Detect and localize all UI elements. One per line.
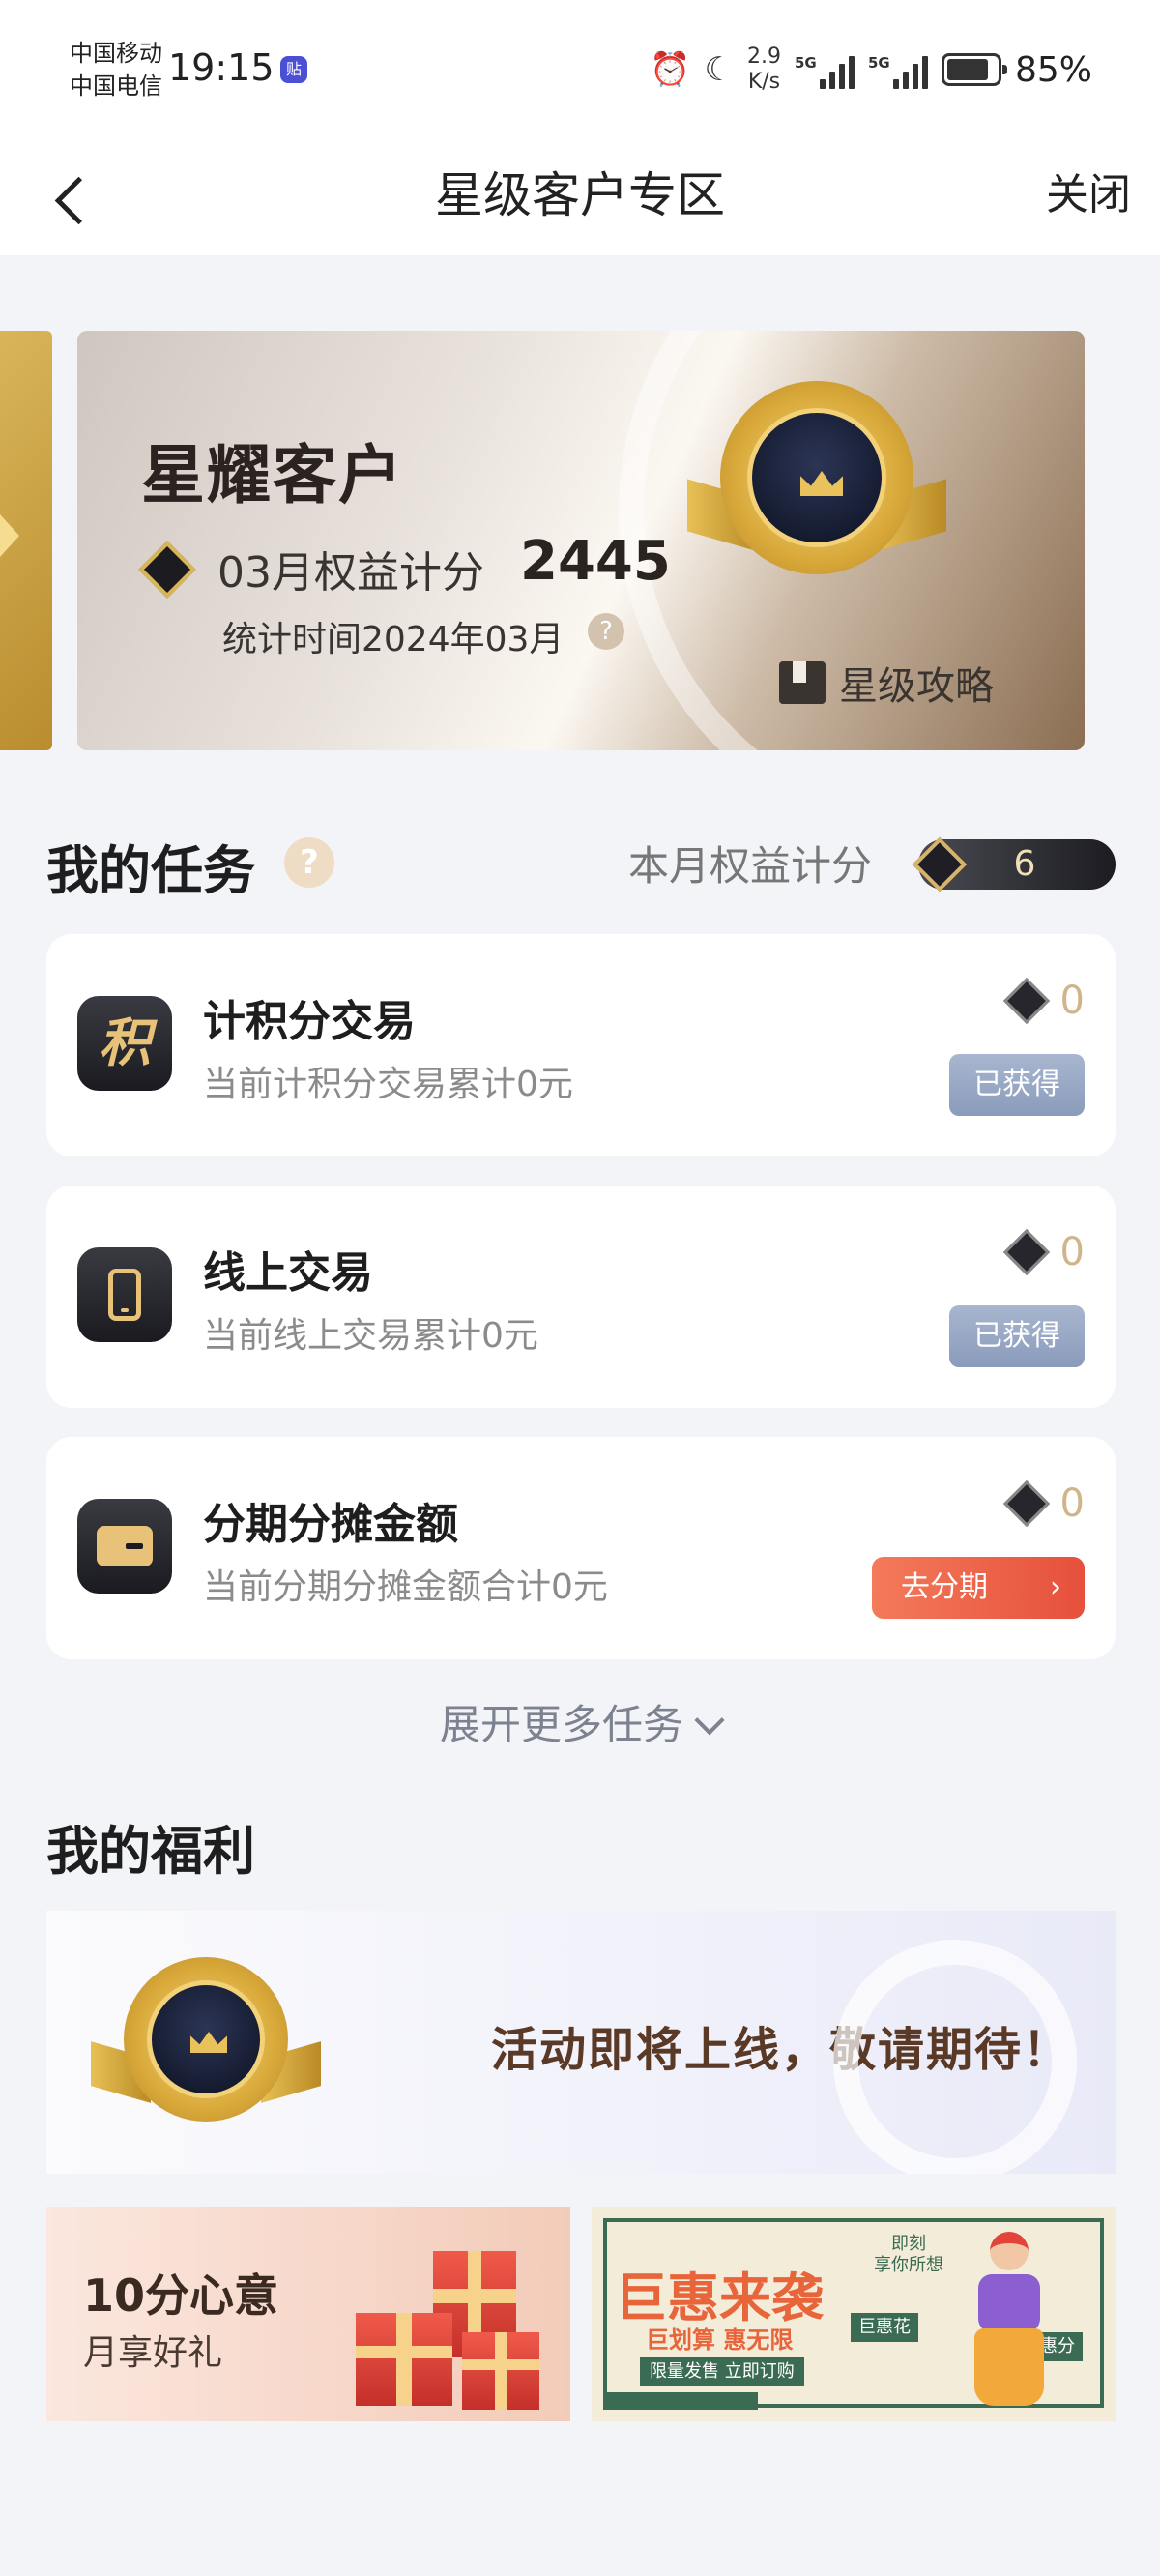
carrier-2: 中国电信 xyxy=(70,73,162,100)
signal-2-label: 5G xyxy=(867,54,890,72)
carrier-1: 中国移动 xyxy=(70,40,162,67)
status-bar: 中国移动 中国电信 19:15 贴 ⏰ ☾ 2.9 K/s 5G 5G 85% xyxy=(0,0,1160,135)
task-points: 0 xyxy=(1002,977,1085,1025)
task-points: 0 xyxy=(1002,1228,1085,1276)
nav-bar: 星级客户专区 关闭 xyxy=(0,135,1160,255)
signal-1-label: 5G xyxy=(794,54,817,72)
go-installment-label: 去分期 xyxy=(901,1570,988,1604)
carrier-names: 中国移动 中国电信 xyxy=(70,37,162,102)
gift-title: 10分心意 xyxy=(83,2269,279,2322)
tasks-help-icon[interactable]: ? xyxy=(284,837,334,888)
status-time: 19:15 xyxy=(168,46,275,89)
gift-subtitle: 月享好礼 xyxy=(83,2333,223,2373)
moon-icon: ☾ xyxy=(704,50,734,89)
net-speed-unit: K/s xyxy=(747,70,781,94)
task-points-value: 0 xyxy=(1059,1481,1085,1526)
alarm-icon: ⏰ xyxy=(650,50,691,89)
go-installment-button[interactable]: 去分期 › xyxy=(872,1557,1085,1619)
task-desc: 当前计积分交易累计0元 xyxy=(203,1065,573,1104)
net-speed: 2.9 K/s xyxy=(747,44,781,95)
star-guide-link[interactable]: 星级攻略 xyxy=(779,656,994,710)
back-icon[interactable] xyxy=(46,162,101,230)
crown-medal-icon xyxy=(91,1957,321,2122)
task-card: 线上交易 当前线上交易累计0元 0 已获得 xyxy=(46,1186,1116,1408)
person-illustration xyxy=(961,2232,1058,2415)
coming-soon-text: 活动即将上线，敬请期待！ xyxy=(491,2023,1072,2077)
gift-box-icon xyxy=(356,2313,452,2406)
book-icon xyxy=(779,661,826,704)
help-icon[interactable]: ? xyxy=(588,613,624,650)
promo-subtitle: 巨划算 惠无限 xyxy=(646,2327,794,2354)
page-title: 星级客户专区 xyxy=(435,167,725,223)
chevron-right-icon: › xyxy=(1050,1570,1061,1604)
diamond-icon xyxy=(1002,1479,1050,1528)
diamond-icon xyxy=(1002,1228,1050,1276)
battery-percent: 85% xyxy=(1014,49,1092,90)
stat-time: 统计时间2024年03月 xyxy=(222,620,565,659)
month-points-label: 本月权益计分 xyxy=(628,842,873,890)
signal-icon: 5G xyxy=(868,50,928,89)
promo-tag-1: 巨惠花 xyxy=(851,2313,918,2342)
obtained-button[interactable]: 已获得 xyxy=(949,1305,1085,1367)
net-speed-value: 2.9 xyxy=(746,44,781,69)
expand-more-tasks[interactable]: 展开更多任务 xyxy=(0,1692,1160,1751)
score-label: 03月权益计分 xyxy=(218,548,484,598)
promo-slogan-line-1: 即刻 xyxy=(891,2234,926,2254)
app-notification-icon: 贴 xyxy=(280,56,307,83)
promo-card[interactable]: 巨惠来袭 巨划算 惠无限 限量发售 立即订购 即刻 享你所想 巨惠花 巨惠分 xyxy=(592,2207,1116,2421)
obtained-button[interactable]: 已获得 xyxy=(949,1054,1085,1116)
coming-soon-banner: 活动即将上线，敬请期待！ xyxy=(46,1911,1116,2174)
task-card: 分期分摊金额 当前分期分摊金额合计0元 0 去分期 › xyxy=(46,1437,1116,1659)
task-name: 分期分摊金额 xyxy=(203,1500,458,1549)
task-name: 线上交易 xyxy=(203,1248,373,1298)
promo-slogan: 即刻 享你所想 xyxy=(874,2234,943,2276)
chevron-down-icon xyxy=(694,1705,725,1736)
star-guide-label: 星级攻略 xyxy=(839,664,994,709)
task-card: 积 计积分交易 当前计积分交易累计0元 0 已获得 xyxy=(46,934,1116,1156)
battery-icon xyxy=(941,53,1007,86)
diamond-icon xyxy=(138,541,196,599)
signal-icon: 5G xyxy=(795,50,855,89)
expand-more-label: 展开更多任务 xyxy=(439,1701,683,1748)
phone-icon xyxy=(77,1247,172,1342)
task-points: 0 xyxy=(1002,1479,1085,1528)
task-desc: 当前分期分摊金额合计0元 xyxy=(203,1567,608,1607)
diamond-icon xyxy=(912,836,968,893)
star-level-card: 星耀客户 03月权益计分 2445 统计时间2024年03月 ? 星级攻略 xyxy=(77,331,1085,750)
month-points-value: 6 xyxy=(1013,844,1036,884)
previous-level-card[interactable] xyxy=(0,331,52,750)
gift-box-icon xyxy=(462,2332,539,2410)
points-icon: 积 xyxy=(77,996,172,1091)
status-icons: ⏰ ☾ 2.9 K/s 5G 5G 85% xyxy=(650,41,1092,99)
close-button[interactable]: 关闭 xyxy=(1046,135,1131,255)
promo-slogan-line-2: 享你所想 xyxy=(874,2255,943,2275)
task-desc: 当前线上交易累计0元 xyxy=(203,1316,538,1356)
task-points-value: 0 xyxy=(1059,979,1085,1023)
task-points-value: 0 xyxy=(1059,1230,1085,1274)
score-value: 2445 xyxy=(520,530,671,593)
crown-medal-icon xyxy=(687,381,946,574)
level-title: 星耀客户 xyxy=(141,438,404,512)
diamond-icon xyxy=(1002,977,1050,1025)
task-name: 计积分交易 xyxy=(203,997,416,1046)
welfare-section-title: 我的福利 xyxy=(46,1821,255,1882)
promo-buttons: 限量发售 立即订购 xyxy=(640,2357,804,2386)
tasks-section-title: 我的任务 xyxy=(46,840,255,901)
card-icon xyxy=(77,1499,172,1594)
gift-card[interactable]: 10分心意 月享好礼 xyxy=(46,2207,570,2421)
